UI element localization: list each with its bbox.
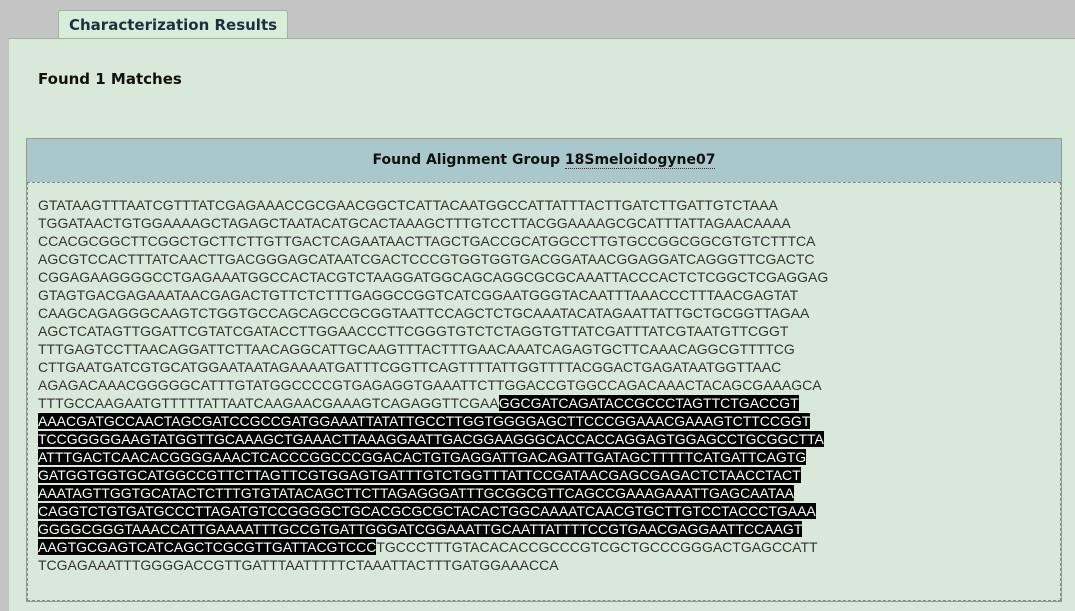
sequence-segment: CGGAGAAGGGGCCTGAGAAATGGCCACTACGTCTAAGGAT… <box>38 269 829 285</box>
sequence-line: AGAGACAAACGGGGGCATTTGTATGGCCCCGTGAGAGGTG… <box>38 376 828 394</box>
sequence-highlight: GATGGTGGTGCATGGCCGTTCTTAGTTCGTGGAGTGATTT… <box>38 467 801 483</box>
sequence-line: TCCGGGGGAAGTATGGTTGCAAAGCTGAAACTTAAAGGAA… <box>38 430 828 448</box>
sequence-highlight: ATTTGACTCAACACGGGGAAACTCACCCGGCCCGGACACT… <box>38 449 807 465</box>
sequence-segment: TGGATAACTGTGGAAAAGCTAGAGCTAATACATGCACTAA… <box>38 215 791 231</box>
sequence-segment: CAAGCAGAGGGCAAGTCTGGTGCCAGCAGCCGCGGTAATT… <box>38 305 810 321</box>
sequence-line: TTTGCCAAGAATGTTTTTATTAATCAAGAACGAAAGTCAG… <box>38 394 828 412</box>
sequence-line: CGGAGAAGGGGCCTGAGAAATGGCCACTACGTCTAAGGAT… <box>38 268 828 286</box>
sequence-segment: GTAGTGACGAGAAATAACGAGACTGTTCTCTTTGAGGCCG… <box>38 287 799 303</box>
alignment-group-header: Found Alignment Group 18Smeloidogyne07 <box>27 139 1061 183</box>
sequence-segment: AGCGTCCACTTTATCAACTTGACGGGAGCATAATCGACTC… <box>38 251 815 267</box>
sequence-segment: CTTGAATGATCGTGCATGGAATAATAGAAAATGATTTCGG… <box>38 359 782 375</box>
sequence-line: GGGGCGGGTAAACCATTGAAAATTTGCCGTGATTGGGATC… <box>38 520 828 538</box>
alignment-group: Found Alignment Group 18Smeloidogyne07 G… <box>26 138 1062 602</box>
sequence-line: GATGGTGGTGCATGGCCGTTCTTAGTTCGTGGAGTGATTT… <box>38 466 828 484</box>
sequence-segment: AGAGACAAACGGGGGCATTTGTATGGCCCCGTGAGAGGTG… <box>38 377 822 393</box>
sequence-line: ATTTGACTCAACACGGGGAAACTCACCCGGCCCGGACACT… <box>38 448 828 466</box>
tab-bar: Characterization Results <box>0 0 1075 40</box>
sequence-text: GTATAAGTTTAATCGTTTATCGAGAAACCGCGAACGGCTC… <box>38 196 828 574</box>
tab-characterization-results[interactable]: Characterization Results <box>58 10 289 40</box>
sequence-highlight: AAACGATGCCAACTAGCGATCCGCCGATGGAAATTATATT… <box>38 413 811 429</box>
alignment-group-link[interactable]: 18Smeloidogyne07 <box>564 152 716 169</box>
results-panel: Found 1 Matches Found Alignment Group 18… <box>8 38 1075 611</box>
sequence-segment: TCGAGAAATTTGGGGACCGTTGATTTAATTTTTCTAAATT… <box>38 557 559 573</box>
sequence-line: AAGTGCGAGTCATCAGCTCGCGTTGATTACGTCCCTGCCC… <box>38 538 828 556</box>
sequence-highlight: GGGGCGGGTAAACCATTGAAAATTTGCCGTGATTGGGATC… <box>38 521 803 537</box>
sequence-segment: TTTGAGTCCTTAACAGGATTCTTAACAGGCATTGCAAGTT… <box>38 341 795 357</box>
sequence-line: TCGAGAAATTTGGGGACCGTTGATTTAATTTTTCTAAATT… <box>38 556 828 574</box>
sequence-box: GTATAAGTTTAATCGTTTATCGAGAAACCGCGAACGGCTC… <box>27 182 1061 601</box>
sequence-line: GTAGTGACGAGAAATAACGAGACTGTTCTCTTTGAGGCCG… <box>38 286 828 304</box>
sequence-highlight: CAGGTCTGTGATGCCCTTAGATGTCCGGGGCTGCACGCGC… <box>38 503 816 519</box>
sequence-segment: GTATAAGTTTAATCGTTTATCGAGAAACCGCGAACGGCTC… <box>38 197 778 213</box>
sequence-line: CAAGCAGAGGGCAAGTCTGGTGCCAGCAGCCGCGGTAATT… <box>38 304 828 322</box>
sequence-line: AGCTCATAGTTGGATTCGTATCGATACCTTGGAACCCTTC… <box>38 322 828 340</box>
sequence-segment: TGCCCTTTGTACACACCGCCCGTCGCTGCCCGGGACTGAG… <box>376 539 818 555</box>
alignment-group-title: Found Alignment Group <box>372 152 560 168</box>
sequence-highlight: TCCGGGGGAAGTATGGTTGCAAAGCTGAAACTTAAAGGAA… <box>38 431 824 447</box>
sequence-highlight: GGCGATCAGATACCGCCCTAGTTCTGACCGT <box>498 395 799 411</box>
sequence-line: TGGATAACTGTGGAAAAGCTAGAGCTAATACATGCACTAA… <box>38 214 828 232</box>
sequence-line: TTTGAGTCCTTAACAGGATTCTTAACAGGCATTGCAAGTT… <box>38 340 828 358</box>
sequence-line: AAACGATGCCAACTAGCGATCCGCCGATGGAAATTATATT… <box>38 412 828 430</box>
sequence-line: AGCGTCCACTTTATCAACTTGACGGGAGCATAATCGACTC… <box>38 250 828 268</box>
sequence-segment: CCACGCGGCTTCGGCTGCTTCTTGTTGACTCAGAATAACT… <box>38 233 816 249</box>
sequence-segment: TTTGCCAAGAATGTTTTTATTAATCAAGAACGAAAGTCAG… <box>38 395 499 411</box>
sequence-line: CCACGCGGCTTCGGCTGCTTCTTGTTGACTCAGAATAACT… <box>38 232 828 250</box>
sequence-line: CAGGTCTGTGATGCCCTTAGATGTCCGGGGCTGCACGCGC… <box>38 502 828 520</box>
sequence-highlight: AAATAGTTGGTGCATACTCTTTGTGTATACAGCTTCTTAG… <box>38 485 794 501</box>
sequence-highlight: AAGTGCGAGTCATCAGCTCGCGTTGATTACGTCCC <box>38 539 377 555</box>
sequence-segment: AGCTCATAGTTGGATTCGTATCGATACCTTGGAACCCTTC… <box>38 323 789 339</box>
sequence-line: AAATAGTTGGTGCATACTCTTTGTGTATACAGCTTCTTAG… <box>38 484 828 502</box>
match-count-heading: Found 1 Matches <box>38 70 182 88</box>
sequence-line: GTATAAGTTTAATCGTTTATCGAGAAACCGCGAACGGCTC… <box>38 196 828 214</box>
sequence-line: CTTGAATGATCGTGCATGGAATAATAGAAAATGATTTCGG… <box>38 358 828 376</box>
